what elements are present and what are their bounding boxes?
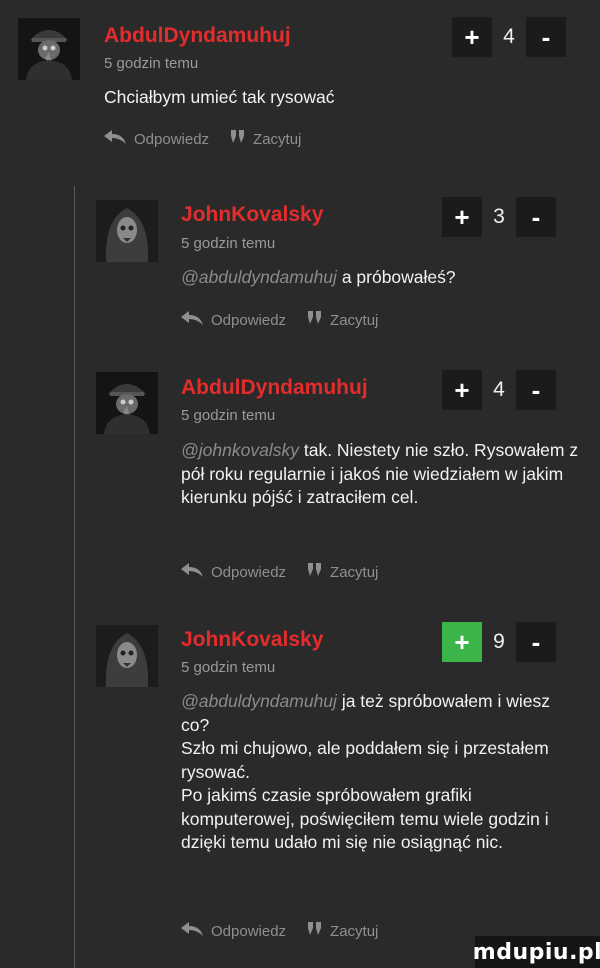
comment-actions: Odpowiedz Zacytuj xyxy=(104,130,301,148)
downvote-button[interactable]: - xyxy=(516,622,556,662)
thread-line xyxy=(74,186,75,968)
vote-widget: + 9 - xyxy=(442,622,556,662)
mention-link[interactable]: @johnkovalsky xyxy=(181,440,299,460)
comment-time: 5 godzin temu xyxy=(181,659,276,676)
reply-link[interactable]: Odpowiedz xyxy=(211,923,286,940)
downvote-button[interactable]: - xyxy=(516,197,556,237)
comment-body: Chciałbym umieć tak rysować xyxy=(104,86,504,110)
reply-icon[interactable] xyxy=(181,563,203,581)
vote-count: 9 xyxy=(493,630,505,653)
reply-link[interactable]: Odpowiedz xyxy=(134,131,209,148)
upvote-button[interactable]: + xyxy=(442,622,482,662)
comment-text: ja też spróbowałem i wiesz co? Szło mi c… xyxy=(181,691,550,852)
comment-time: 5 godzin temu xyxy=(104,55,199,72)
quote-link[interactable]: Zacytuj xyxy=(330,312,378,329)
plague-doctor-avatar-icon xyxy=(96,372,158,434)
comment-actions: Odpowiedz Zacytuj xyxy=(181,922,378,940)
avatar[interactable] xyxy=(96,625,158,687)
comment-time: 5 godzin temu xyxy=(181,407,276,424)
quote-icon[interactable] xyxy=(308,563,322,581)
comment-text: a próbowałeś? xyxy=(341,267,456,287)
reply-link[interactable]: Odpowiedz xyxy=(211,312,286,329)
plague-doctor-avatar-icon xyxy=(18,18,80,80)
comment-actions: Odpowiedz Zacytuj xyxy=(181,563,378,581)
comment-author[interactable]: JohnKovalsky xyxy=(181,628,323,652)
quote-link[interactable]: Zacytuj xyxy=(253,131,301,148)
reply-link[interactable]: Odpowiedz xyxy=(211,564,286,581)
avatar[interactable] xyxy=(96,372,158,434)
comment-text: Chciałbym umieć tak rysować xyxy=(104,87,335,107)
vote-widget: + 3 - xyxy=(442,197,556,237)
upvote-button[interactable]: + xyxy=(442,370,482,410)
site-watermark: mdupiu.pl xyxy=(473,936,600,968)
quote-link[interactable]: Zacytuj xyxy=(330,564,378,581)
upvote-button[interactable]: + xyxy=(452,17,492,57)
upvote-button[interactable]: + xyxy=(442,197,482,237)
reply-icon[interactable] xyxy=(181,922,203,940)
quote-icon[interactable] xyxy=(308,311,322,329)
comment-body: @johnkovalsky tak. Niestety nie szło. Ry… xyxy=(181,439,581,510)
downvote-button[interactable]: - xyxy=(526,17,566,57)
vote-widget: + 4 - xyxy=(452,17,566,57)
comment-actions: Odpowiedz Zacytuj xyxy=(181,311,378,329)
comment-author[interactable]: AbdulDyndamuhuj xyxy=(181,376,368,400)
downvote-button[interactable]: - xyxy=(516,370,556,410)
hooded-figure-avatar-icon xyxy=(96,200,158,262)
comment-body: @abduldyndamuhuj a próbowałeś? xyxy=(181,266,581,290)
vote-widget: + 4 - xyxy=(442,370,556,410)
comment-body: @abduldyndamuhuj ja też spróbowałem i wi… xyxy=(181,690,581,855)
comment-author[interactable]: AbdulDyndamuhuj xyxy=(104,24,291,48)
vote-count: 3 xyxy=(493,205,505,228)
reply-icon[interactable] xyxy=(181,311,203,329)
reply-icon[interactable] xyxy=(104,130,126,148)
vote-count: 4 xyxy=(503,25,515,48)
comment-time: 5 godzin temu xyxy=(181,235,276,252)
quote-icon[interactable] xyxy=(231,130,245,148)
mention-link[interactable]: @abduldyndamuhuj xyxy=(181,267,337,287)
avatar[interactable] xyxy=(18,18,80,80)
comment-author[interactable]: JohnKovalsky xyxy=(181,203,323,227)
quote-icon[interactable] xyxy=(308,922,322,940)
hooded-figure-avatar-icon xyxy=(96,625,158,687)
avatar[interactable] xyxy=(96,200,158,262)
mention-link[interactable]: @abduldyndamuhuj xyxy=(181,691,337,711)
vote-count: 4 xyxy=(493,378,505,401)
quote-link[interactable]: Zacytuj xyxy=(330,923,378,940)
